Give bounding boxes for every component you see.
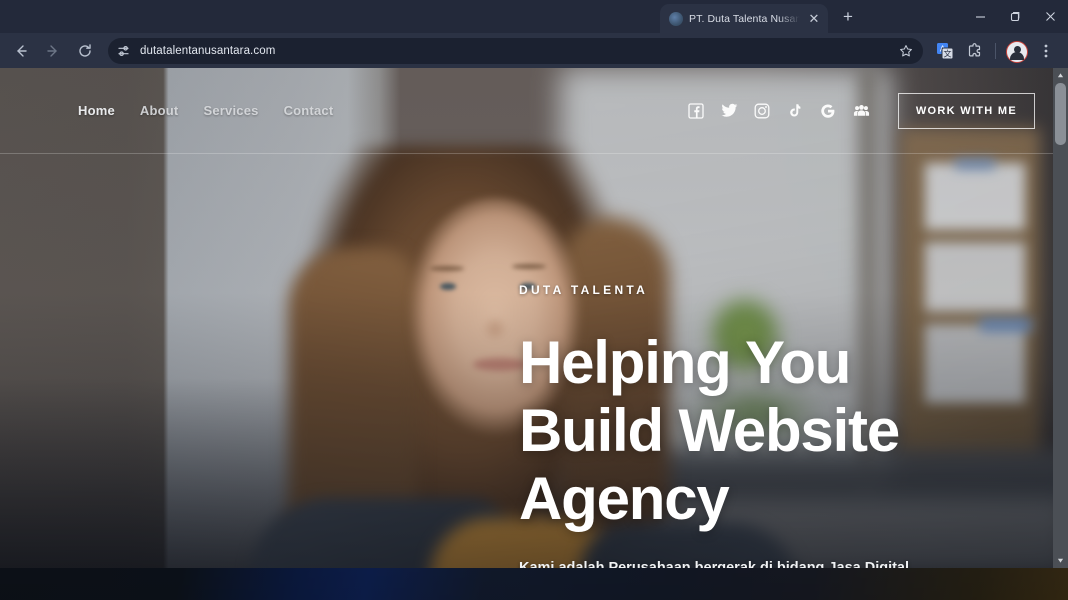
svg-text:文: 文	[944, 48, 952, 58]
tab-title: PT. Duta Talenta Nusantara (DT	[689, 12, 800, 25]
navbar-right: WORK WITH ME	[688, 92, 1035, 129]
nav-links: Home About Services Contact	[78, 103, 333, 118]
tiktok-icon[interactable]	[787, 102, 804, 119]
hero-headline: Helping You Build Website Agency	[519, 329, 939, 533]
page-scrollbar[interactable]	[1053, 68, 1068, 568]
forward-icon[interactable]	[38, 37, 68, 65]
instagram-icon[interactable]	[754, 102, 771, 119]
reload-icon[interactable]	[70, 37, 100, 65]
hero-headline-line-2: Build Website	[519, 397, 900, 464]
browser-tab-active[interactable]: PT. Duta Talenta Nusantara (DT ✕	[660, 4, 828, 33]
nav-item-contact[interactable]: Contact	[284, 103, 334, 118]
close-window-icon[interactable]	[1033, 0, 1068, 33]
scrollbar-track[interactable]	[1053, 83, 1068, 553]
extensions-icon[interactable]	[961, 37, 989, 65]
scrollbar-thumb[interactable]	[1055, 83, 1066, 145]
hero-text-block: DUTA TALENTA Helping You Build Website A…	[519, 283, 939, 568]
star-icon[interactable]	[895, 40, 917, 62]
address-bar[interactable]: dutatalentanusantara.com	[108, 37, 923, 64]
avatar-icon[interactable]	[1002, 37, 1030, 65]
scroll-down-icon[interactable]	[1053, 553, 1068, 568]
social-links	[688, 102, 870, 119]
scroll-up-icon[interactable]	[1053, 68, 1068, 83]
tab-strip: PT. Duta Talenta Nusantara (DT ✕ +	[0, 0, 1068, 33]
hero-headline-line-3: Agency	[519, 465, 730, 532]
twitter-icon[interactable]	[721, 102, 738, 119]
page-content: Home About Services Contact WORK WITH ME…	[0, 68, 1053, 568]
browser-toolbar: dutatalentanusantara.com A 文	[0, 33, 1068, 68]
new-tab-button[interactable]: +	[834, 3, 862, 31]
minimize-icon[interactable]	[963, 0, 998, 33]
tune-icon[interactable]	[116, 43, 132, 59]
three-dot-menu-icon[interactable]	[1032, 37, 1060, 65]
browser-window: PT. Duta Talenta Nusantara (DT ✕ +	[0, 0, 1068, 568]
translate-icon[interactable]: A 文	[931, 37, 959, 65]
facebook-icon[interactable]	[688, 102, 705, 119]
site-favicon	[669, 11, 683, 26]
nav-item-services[interactable]: Services	[203, 103, 258, 118]
google-icon[interactable]	[820, 102, 837, 119]
site-navbar: Home About Services Contact WORK WITH ME	[0, 68, 1053, 154]
window-controls	[963, 0, 1068, 33]
nav-item-home[interactable]: Home	[78, 103, 115, 118]
close-icon[interactable]: ✕	[806, 11, 822, 27]
hero-headline-line-1: Helping You	[519, 329, 851, 396]
community-icon[interactable]	[853, 102, 870, 119]
toolbar-divider	[995, 42, 996, 59]
hero-eyebrow: DUTA TALENTA	[519, 283, 649, 297]
hero-subheadline: Kami adalah Perusahaan bergerak di bidan…	[519, 560, 914, 568]
back-icon[interactable]	[6, 37, 36, 65]
screen: PT. Duta Talenta Nusantara (DT ✕ +	[0, 0, 1068, 600]
page-viewport: Home About Services Contact WORK WITH ME…	[0, 68, 1068, 568]
maximize-icon[interactable]	[998, 0, 1033, 33]
work-with-me-button[interactable]: WORK WITH ME	[897, 92, 1035, 129]
nav-item-about[interactable]: About	[140, 103, 179, 118]
url-text: dutatalentanusantara.com	[140, 44, 276, 57]
avatar	[1006, 40, 1028, 63]
